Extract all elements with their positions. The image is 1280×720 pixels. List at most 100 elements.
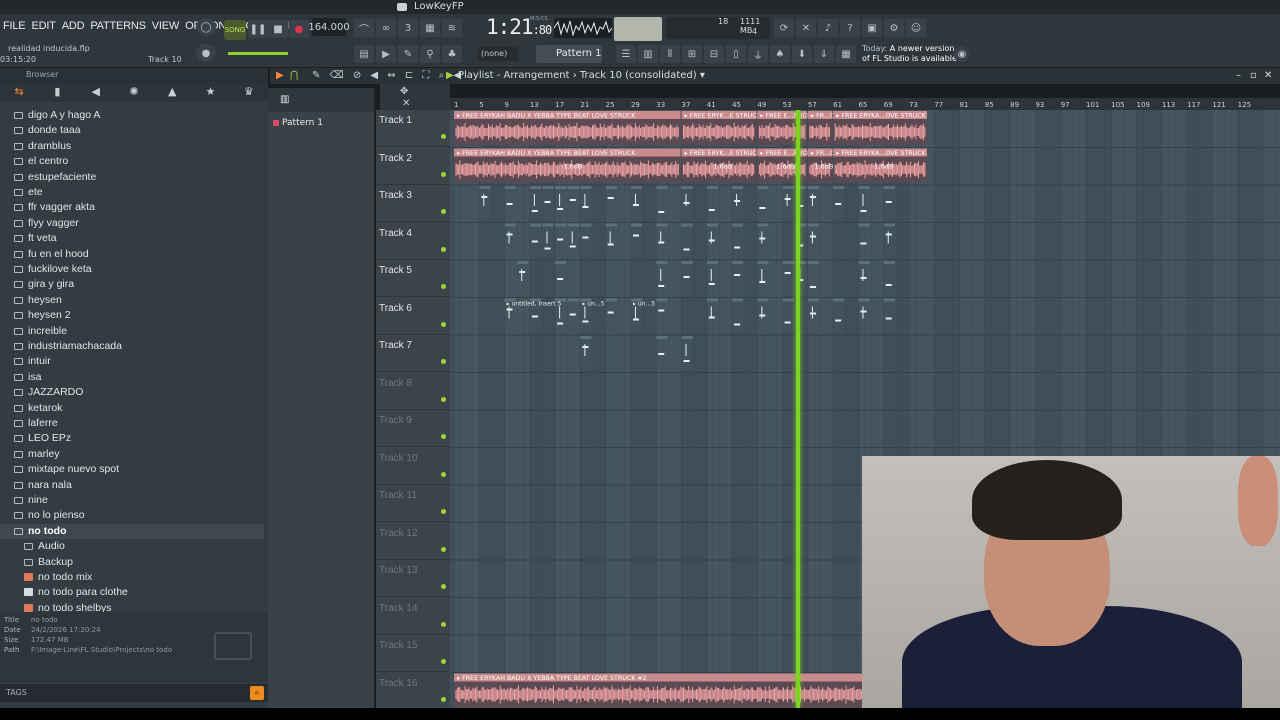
playlist-tools-icons[interactable]: ✎ ⌫ ⊘ ◀ ⇔ ⊏ ⛶ ⌕ ◀ <box>312 68 464 84</box>
pattern-clip[interactable] <box>807 223 820 258</box>
channel-rack-icon[interactable]: ▥ <box>638 45 658 63</box>
pattern-clip[interactable] <box>504 223 516 258</box>
cut-icon[interactable]: ✕ <box>796 19 816 37</box>
menu-add[interactable]: ADD <box>59 20 88 32</box>
pattern-clip[interactable] <box>529 186 541 220</box>
pattern-clip[interactable] <box>732 223 744 258</box>
folder-add-icon[interactable] <box>214 632 252 660</box>
track-mute-led[interactable] <box>441 284 446 289</box>
browser-item[interactable]: Audio <box>0 539 264 554</box>
pattern-clip[interactable] <box>555 186 567 220</box>
pattern-clip[interactable] <box>656 298 668 333</box>
track-mute-led[interactable] <box>441 321 446 327</box>
pattern-clip[interactable] <box>706 261 718 295</box>
playlist-menu-icon[interactable]: ▶ <box>276 68 284 84</box>
pattern-clip[interactable] <box>782 298 794 333</box>
snap-icon[interactable]: ⌒ <box>354 19 374 37</box>
menu-file[interactable]: FILE <box>0 20 28 32</box>
store-icon[interactable]: ▦ <box>836 45 856 63</box>
plugin-picker-icon[interactable]: ⊟ <box>704 45 724 63</box>
track-mute-led[interactable] <box>441 509 446 514</box>
pattern-clip[interactable] <box>757 186 769 220</box>
plug-icon[interactable]: ⏚ <box>748 45 768 63</box>
browser-item[interactable]: flyy vagger <box>0 216 264 231</box>
master-volume-slider[interactable] <box>228 52 288 55</box>
browser-item[interactable]: no lo pienso <box>0 508 264 523</box>
track-header[interactable]: Track 5 <box>376 260 450 297</box>
pattern-clip[interactable] <box>517 261 529 295</box>
browser-item[interactable]: mixtape nuevo spot <box>0 462 264 477</box>
track-header[interactable]: Track 2 <box>376 148 450 185</box>
browser-item[interactable]: fuckilove keta <box>0 262 264 277</box>
pattern-clip[interactable] <box>656 186 668 220</box>
browser-cloud-icon[interactable]: ▲ <box>153 82 191 102</box>
pattern-clip[interactable] <box>630 223 643 258</box>
master-pitch-knob[interactable]: ● <box>196 44 216 62</box>
pattern-clip[interactable] <box>833 298 845 333</box>
track-header[interactable]: Track 1 <box>376 110 450 147</box>
pattern-clip[interactable] <box>567 186 579 220</box>
track-header[interactable]: Track 16 <box>376 673 450 710</box>
browser-item[interactable]: JAZZARDO <box>0 385 264 400</box>
mixer-icon[interactable]: ⫴ <box>660 45 680 63</box>
playlist-icon[interactable]: ☰ <box>616 45 636 63</box>
browser-crown-icon[interactable]: ♛ <box>230 82 268 102</box>
track-mute-led[interactable] <box>441 434 446 439</box>
track-mute-led[interactable] <box>441 546 446 552</box>
menu-view[interactable]: VIEW <box>149 20 182 32</box>
browser-item[interactable]: LEO EPz <box>0 431 264 446</box>
browser-item[interactable]: dramblus <box>0 139 264 154</box>
pattern-clip[interactable] <box>858 186 870 220</box>
track-mute-led[interactable] <box>441 584 446 589</box>
pattern-clip[interactable] <box>732 186 744 220</box>
track-header[interactable]: Track 12 <box>376 523 450 560</box>
draw-icon[interactable]: ✎ <box>398 45 418 63</box>
pattern-clip[interactable] <box>542 223 554 258</box>
blend-notes-icon[interactable]: ≋ <box>442 19 462 37</box>
track-header[interactable]: Track 14 <box>376 598 450 635</box>
search-icon[interactable]: ⌕ <box>250 686 264 700</box>
pattern-clip[interactable] <box>757 261 769 295</box>
browser-icon[interactable]: ⊞ <box>682 45 702 63</box>
track-header[interactable]: Track 4 <box>376 223 450 260</box>
browser-item[interactable]: ft veta <box>0 231 264 246</box>
pattern-clip[interactable] <box>732 298 744 333</box>
browser-plugin-icon[interactable]: ✺ <box>115 82 153 102</box>
browser-speaker-icon[interactable]: ◀ <box>77 82 115 102</box>
pattern-clip[interactable] <box>580 223 592 258</box>
browser-item[interactable]: estupefaciente <box>0 170 264 185</box>
browser-item[interactable]: laferre <box>0 416 264 431</box>
browser-item[interactable]: donde taaa <box>0 123 264 138</box>
browser-item[interactable]: nara nala <box>0 478 264 493</box>
close-x-icon[interactable]: ✕ <box>402 98 410 109</box>
loop-record-icon[interactable]: ∞ <box>376 19 396 37</box>
pattern-clip[interactable] <box>706 186 718 220</box>
pattern-clip[interactable] <box>656 261 668 295</box>
browser-item[interactable]: marley <box>0 447 264 462</box>
browser-arrow-icon[interactable]: ⇆ <box>0 82 38 102</box>
tempo-display[interactable]: 164.000 <box>308 18 350 36</box>
pattern-clip[interactable] <box>883 261 895 295</box>
pan-icon[interactable]: ✥ <box>400 86 408 97</box>
pattern-clip[interactable] <box>605 186 617 220</box>
track-mute-led[interactable] <box>441 659 446 664</box>
timeline-ruler[interactable]: 1 5 9 13 17 21 25 29 33 37 41 45 49 53 57 61 65 69 73 77 81 8… <box>450 98 1280 110</box>
track-mute-led[interactable] <box>441 471 446 477</box>
close-icon[interactable]: ✕ <box>1264 68 1272 84</box>
menu-patterns[interactable]: PATTERNS <box>87 20 148 32</box>
browser-item[interactable]: heysen <box>0 293 264 308</box>
track-mute-led[interactable] <box>441 696 446 702</box>
track-mute-led[interactable] <box>441 396 446 402</box>
pattern-clip[interactable] <box>681 336 693 370</box>
track-mute-led[interactable] <box>441 134 446 139</box>
browser-item[interactable]: el centro <box>0 154 264 169</box>
stop-button[interactable]: ■ <box>268 20 288 38</box>
pattern-clip[interactable] <box>757 223 769 258</box>
pattern-clip[interactable] <box>580 336 592 370</box>
tuner-icon[interactable]: ♠ <box>770 45 790 63</box>
pattern-clip[interactable] <box>732 261 744 295</box>
news-panel[interactable]: Today: A newer version of FL Studio is a… <box>862 44 962 64</box>
browser-item[interactable]: ete <box>0 185 264 200</box>
pattern-clip[interactable] <box>681 223 693 258</box>
pattern-clip[interactable] <box>605 223 617 258</box>
